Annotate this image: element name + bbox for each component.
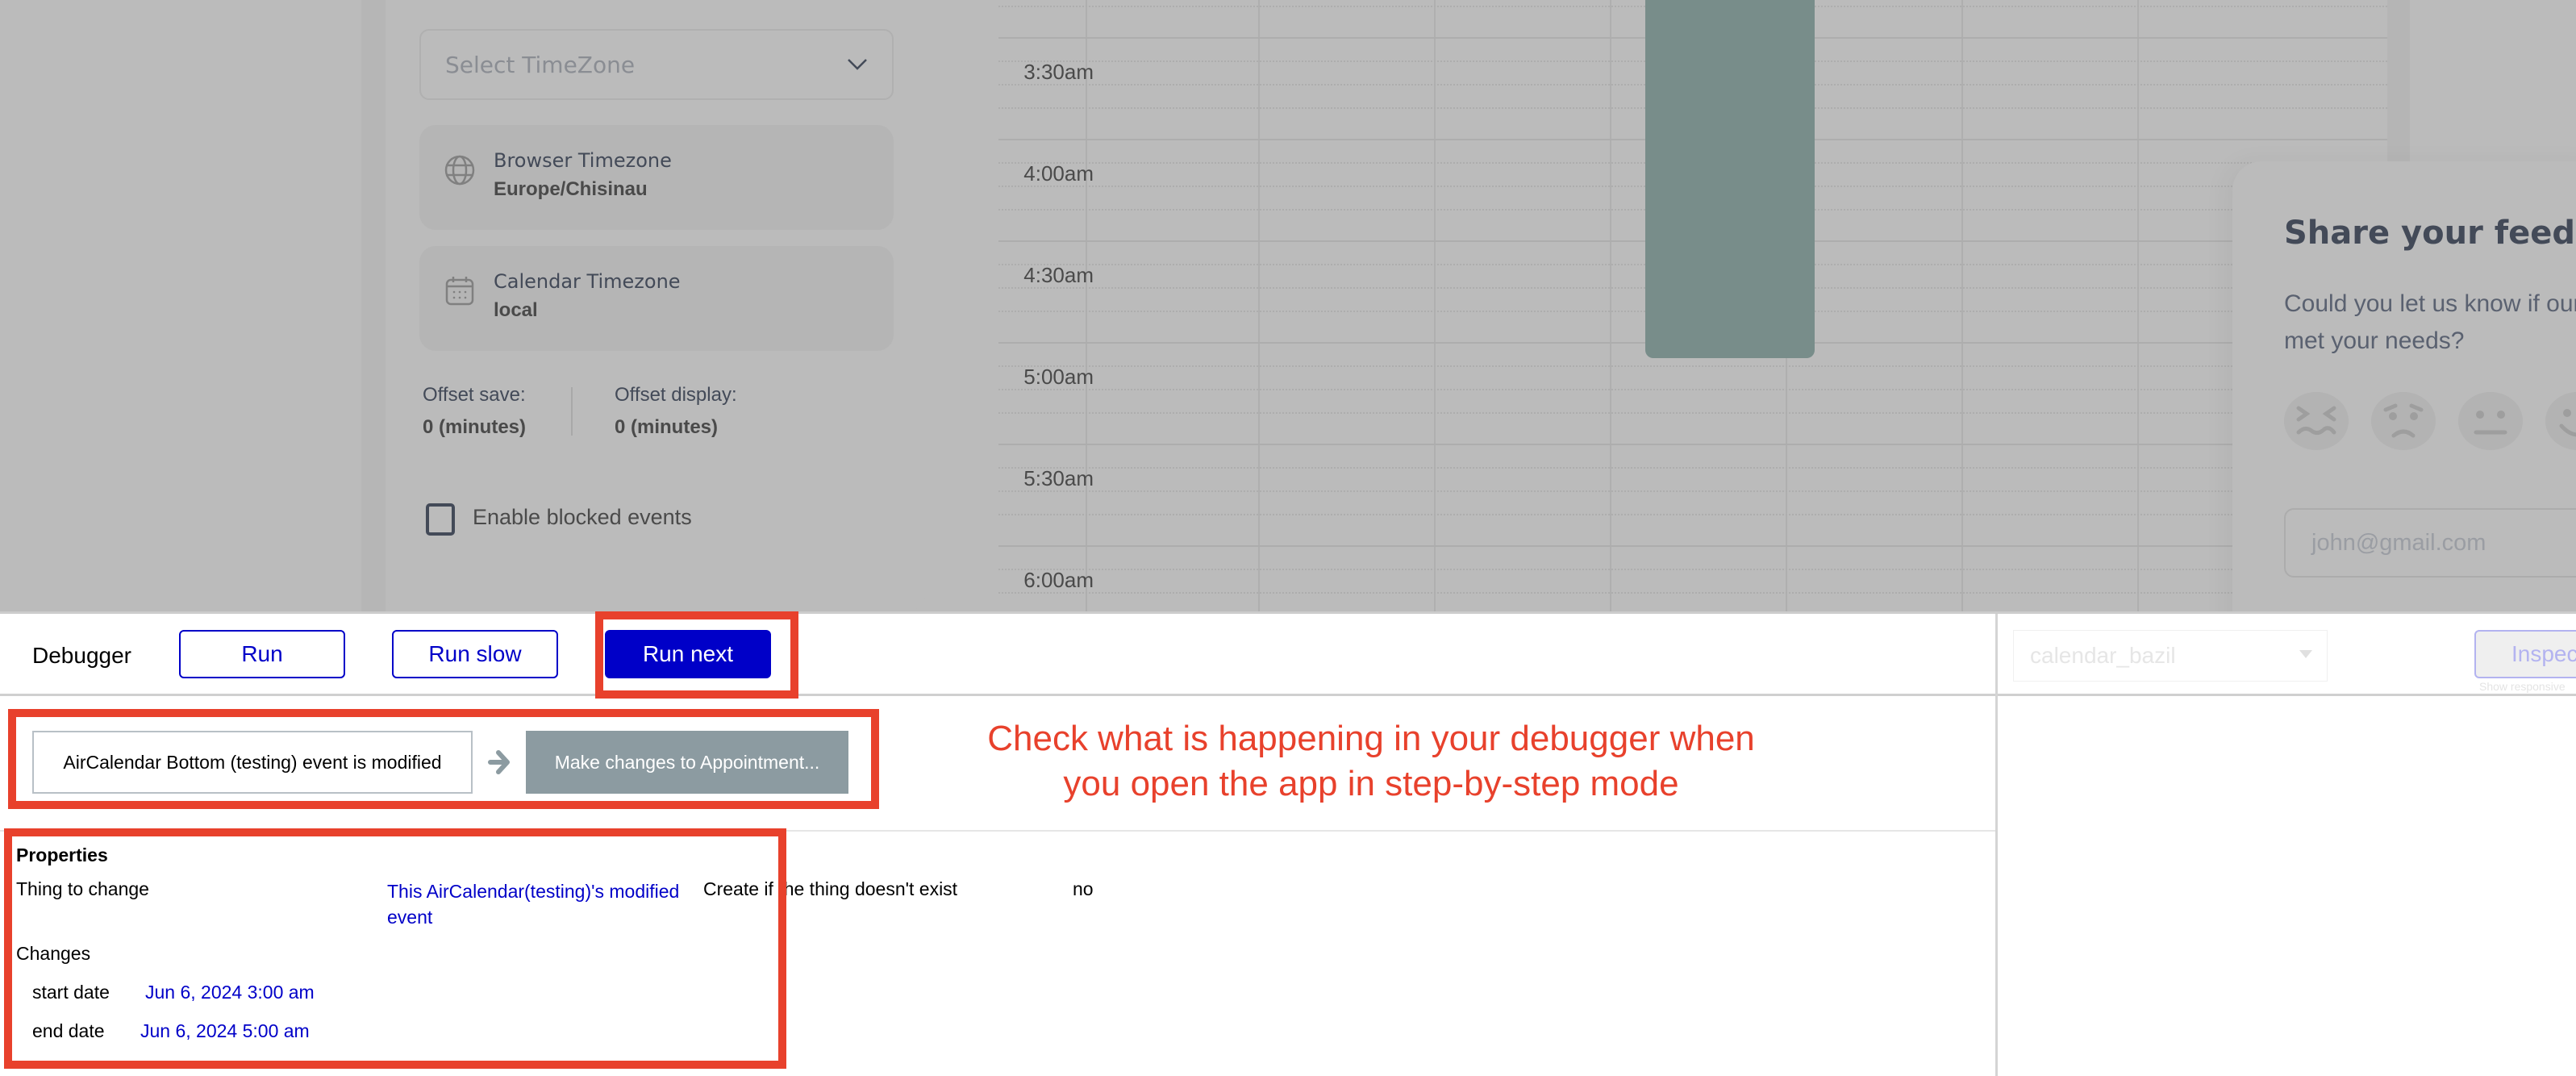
very-dissatisfied-face-icon[interactable]: [2284, 392, 2349, 450]
neutral-face-icon[interactable]: [2458, 392, 2523, 450]
calendar-time-label: 4:00am: [1023, 161, 1094, 186]
calendar-day-column-line: [1258, 0, 1260, 611]
calendar-time-label: 5:00am: [1023, 365, 1094, 389]
panel-shadow: [361, 0, 386, 611]
run-button[interactable]: Run: [179, 630, 345, 678]
calendar-time-label: 5:30am: [1023, 466, 1094, 490]
enable-blocked-events-label: Enable blocked events: [473, 505, 692, 529]
sad-face-icon[interactable]: [2371, 392, 2436, 450]
offset-display: Offset display: 0 (minutes): [615, 384, 737, 439]
calendar-time-label: 6:00am: [1023, 568, 1094, 592]
app-background-overlay: Select TimeZone Browser Timezone Europe/…: [0, 0, 2576, 611]
calendar-timezone-card: Calendar Timezone local: [419, 246, 894, 351]
calendar-hour-line: [998, 444, 2410, 445]
feedback-title: Share your feedback: [2284, 215, 2576, 252]
calendar-timezone-value: local: [494, 299, 538, 321]
start-date-label: start date: [32, 982, 110, 1003]
app-version-select[interactable]: calendar_bazil: [2013, 630, 2328, 682]
timezone-panel: Select TimeZone Browser Timezone Europe/…: [386, 0, 926, 611]
thing-to-change-value[interactable]: This AirCalendar(testing)'s modified eve…: [387, 878, 702, 930]
workflow-action-box[interactable]: Make changes to Appointment...: [526, 731, 848, 794]
step-properties: Properties Thing to change This AirCalen…: [0, 833, 1995, 1076]
offset-display-value: 0 (minutes): [615, 416, 719, 438]
changes-title: Changes: [16, 943, 91, 964]
calendar-timezone-label: Calendar Timezone: [494, 270, 681, 293]
calendar-slot-line: [998, 592, 2410, 594]
feedback-email-input[interactable]: john@gmail.com: [2284, 508, 2576, 578]
offset-save-value: 0 (minutes): [423, 416, 527, 438]
workflow-event-box[interactable]: AirCalendar Bottom (testing) event is mo…: [32, 731, 473, 794]
dropdown-arrow-icon: [2299, 650, 2312, 658]
debugger-toolbar: Debugger Run Run slow Run next calendar_…: [0, 614, 2576, 696]
offset-save: Offset save: 0 (minutes): [423, 384, 526, 439]
browser-timezone-label: Browser Timezone: [494, 149, 672, 172]
calendar-hour-line: [998, 545, 2410, 547]
debugger-right-divider: [1995, 614, 1998, 1076]
calendar-day-column-line: [1434, 0, 1436, 611]
calendar-day-column-line: [1961, 0, 1963, 611]
browser-timezone-value: Europe/Chisinau: [494, 178, 648, 200]
feedback-widget: Share your feedback Could you let us kno…: [2232, 161, 2576, 611]
calendar-time-label: 3:30am: [1023, 60, 1094, 84]
inspect-button[interactable]: Inspect: [2474, 630, 2576, 678]
calendar-event[interactable]: [1645, 0, 1815, 358]
calendar-icon: [445, 277, 474, 306]
offset-save-label: Offset save:: [423, 384, 526, 406]
timezone-select[interactable]: Select TimeZone: [419, 29, 894, 100]
happy-face-icon[interactable]: [2545, 392, 2576, 450]
run-next-button[interactable]: Run next: [605, 630, 771, 678]
end-date-label: end date: [32, 1020, 105, 1041]
properties-title: Properties: [16, 845, 108, 865]
create-if-missing-value: no: [1073, 878, 1094, 899]
workflow-step-row: AirCalendar Bottom (testing) event is mo…: [0, 699, 1995, 832]
end-date-value[interactable]: Jun 6, 2024 5:00 am: [140, 1020, 310, 1042]
app-version-select-value: calendar_bazil: [2030, 643, 2176, 668]
thing-to-change-label: Thing to change: [16, 878, 149, 899]
annotation-hint-text: Check what is happening in your debugger…: [987, 719, 1755, 803]
debugger-title: Debugger: [32, 643, 131, 668]
calendar-slot-line: [998, 569, 2410, 570]
chevron-down-icon: [848, 59, 867, 70]
calendar-slot-line: [998, 365, 2410, 367]
enable-blocked-events-checkbox[interactable]: [426, 503, 455, 536]
create-if-missing-label: Create if the thing doesn't exist: [703, 878, 958, 899]
screen: Select TimeZone Browser Timezone Europe/…: [0, 0, 2576, 1076]
arrow-right-icon: [488, 750, 510, 774]
start-date-value[interactable]: Jun 6, 2024 3:00 am: [145, 982, 315, 1003]
calendar-slot-line: [998, 514, 2410, 515]
offset-display-label: Offset display:: [615, 384, 737, 406]
debugger-panel: Debugger Run Run slow Run next calendar_…: [0, 611, 2576, 1076]
run-slow-button[interactable]: Run slow: [392, 630, 558, 678]
browser-timezone-card: Browser Timezone Europe/Chisinau: [419, 125, 894, 230]
globe-icon: [444, 155, 475, 186]
calendar-time-label: 4:30am: [1023, 263, 1094, 287]
calendar-slot-line: [998, 412, 2410, 414]
show-responsive-link[interactable]: Show responsive: [2479, 680, 2566, 693]
calendar-day-column-line: [2137, 0, 2139, 611]
calendar-slot-line: [998, 467, 2410, 469]
feedback-question: Could you let us know if our appmet your…: [2284, 290, 2576, 354]
calendar-slot-line: [998, 490, 2410, 492]
calendar-day-column-line: [1086, 0, 1087, 611]
calendar-day-column-line: [1610, 0, 1611, 611]
offset-divider: [571, 387, 573, 436]
calendar-slot-line: [998, 389, 2410, 390]
timezone-select-placeholder: Select TimeZone: [445, 51, 636, 78]
